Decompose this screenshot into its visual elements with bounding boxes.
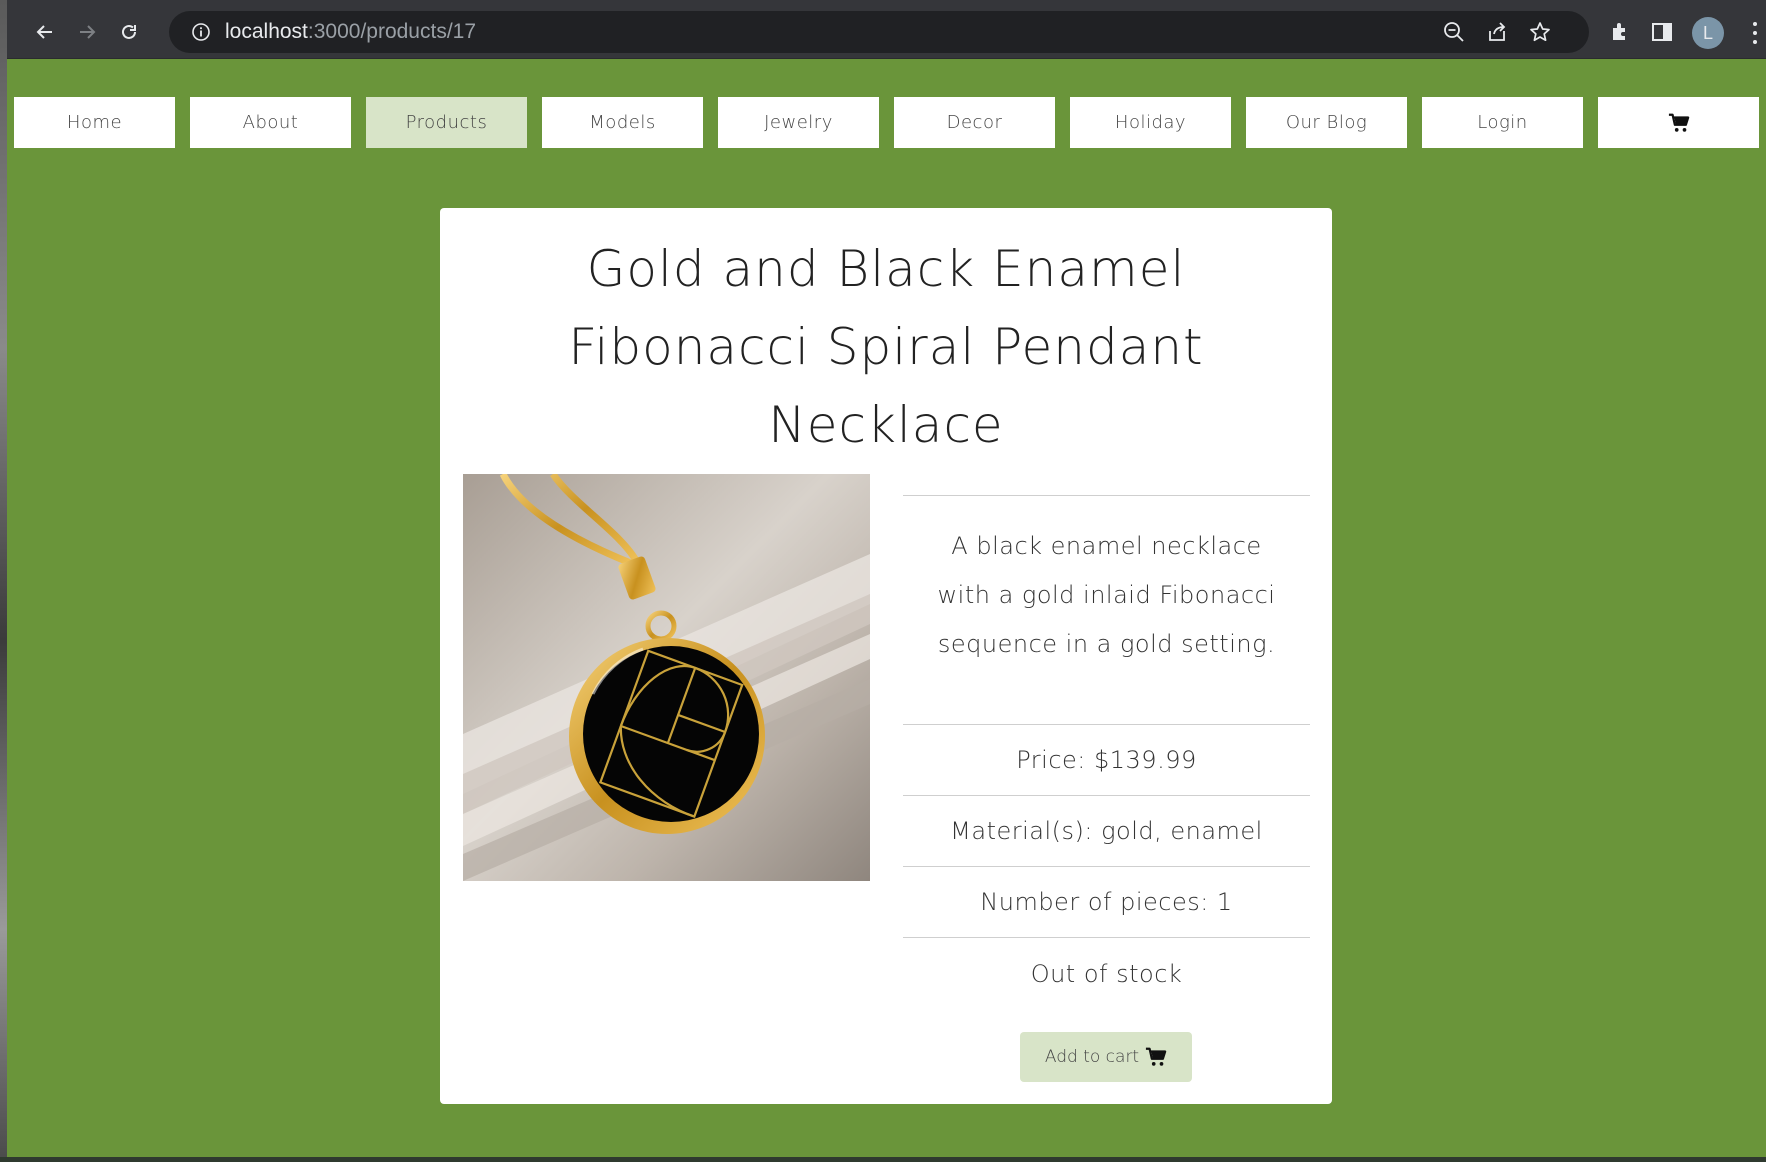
product-description: A black enamel necklace with a gold inla… <box>903 495 1310 724</box>
nav-about[interactable]: About <box>190 97 351 148</box>
product-pieces: Number of pieces: 1 <box>903 866 1310 937</box>
pendant-necklace-photo <box>463 474 870 881</box>
profile-avatar[interactable]: L <box>1692 17 1724 49</box>
nav-our-blog[interactable]: Our Blog <box>1246 97 1407 148</box>
desktop-background-strip <box>0 0 7 1162</box>
nav-cart[interactable] <box>1598 97 1759 148</box>
zoom-out-icon[interactable] <box>1443 21 1465 43</box>
url-text[interactable]: localhost:3000/products/17 <box>225 11 476 53</box>
star-icon[interactable] <box>1529 21 1551 43</box>
back-button[interactable] <box>29 16 61 48</box>
address-bar[interactable]: localhost:3000/products/17 <box>169 11 1589 53</box>
browser-menu-icon[interactable] <box>1752 22 1758 44</box>
nav-jewelry[interactable]: Jewelry <box>718 97 879 148</box>
product-title: Gold and Black Enamel Fibonacci Spiral P… <box>568 240 1204 454</box>
nav-login[interactable]: Login <box>1422 97 1583 148</box>
add-to-cart-button[interactable]: Add to cart <box>1020 1032 1192 1082</box>
reload-icon <box>122 24 136 39</box>
forward-button[interactable] <box>71 16 103 48</box>
product-details: A black enamel necklace with a gold inla… <box>903 495 1310 1021</box>
side-panel-icon[interactable] <box>1650 20 1674 44</box>
product-image <box>463 474 870 881</box>
shopping-cart-icon <box>1146 1047 1167 1066</box>
add-to-cart-label: Add to cart <box>1044 1047 1140 1067</box>
arrow-left-icon <box>36 25 52 39</box>
reload-button[interactable] <box>113 16 145 48</box>
nav-home[interactable]: Home <box>14 97 175 148</box>
arrow-right-icon <box>80 25 96 39</box>
taskbar-edge <box>0 1157 1766 1162</box>
url-path: :3000/products/17 <box>307 20 477 43</box>
nav-decor[interactable]: Decor <box>894 97 1055 148</box>
product-materials: Material(s): gold, enamel <box>903 795 1310 866</box>
browser-toolbar: localhost:3000/products/17 L <box>7 4 1766 59</box>
nav-products[interactable]: Products <box>366 97 527 148</box>
product-price: Price: $139.99 <box>903 724 1310 795</box>
product-card: Gold and Black Enamel Fibonacci Spiral P… <box>440 208 1332 1104</box>
stock-status: Out of stock <box>903 937 1310 1021</box>
nav-models[interactable]: Models <box>542 97 703 148</box>
shopping-cart-icon <box>1668 113 1689 132</box>
site-navigation: Home About Products Models Jewelry Decor… <box>14 97 1759 148</box>
nav-holiday[interactable]: Holiday <box>1070 97 1231 148</box>
share-icon[interactable] <box>1486 21 1508 43</box>
info-icon[interactable] <box>191 22 211 42</box>
extensions-icon[interactable] <box>1609 20 1633 44</box>
url-host: localhost <box>225 20 308 43</box>
